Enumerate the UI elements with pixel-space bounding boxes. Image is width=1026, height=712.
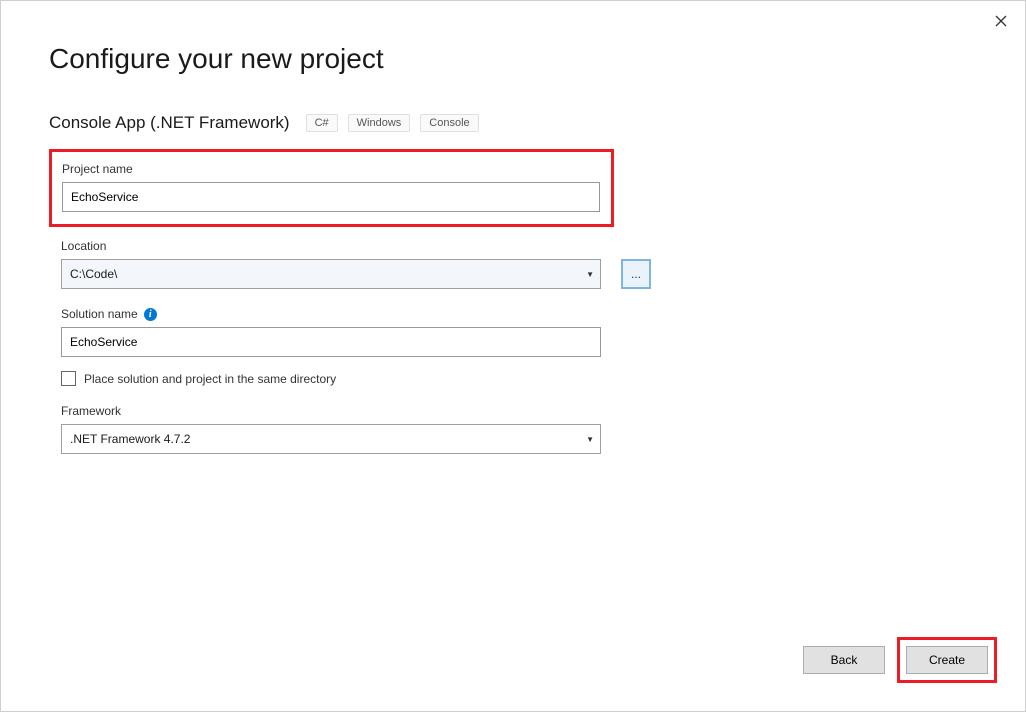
- page-title: Configure your new project: [49, 43, 977, 75]
- dialog-content: Configure your new project Console App (…: [1, 1, 1025, 454]
- location-combo[interactable]: C:\Code\ ▼: [61, 259, 601, 289]
- tag-csharp: C#: [306, 114, 338, 132]
- same-directory-row[interactable]: Place solution and project in the same d…: [61, 371, 977, 386]
- solution-name-group: Solution name i Place solution and proje…: [61, 307, 977, 386]
- browse-label: ...: [631, 267, 641, 281]
- template-name: Console App (.NET Framework): [49, 113, 290, 133]
- solution-name-label: Solution name i: [61, 307, 977, 321]
- back-button[interactable]: Back: [803, 646, 885, 674]
- project-name-input[interactable]: [62, 182, 600, 212]
- create-button[interactable]: Create: [906, 646, 988, 674]
- create-button-highlight: Create: [897, 637, 997, 683]
- tag-windows: Windows: [348, 114, 411, 132]
- framework-combo[interactable]: .NET Framework 4.7.2 ▼: [61, 424, 601, 454]
- framework-group: Framework .NET Framework 4.7.2 ▼: [61, 404, 977, 454]
- project-name-label: Project name: [62, 162, 601, 176]
- framework-label: Framework: [61, 404, 977, 418]
- dialog-footer: Back Create: [803, 637, 997, 683]
- same-directory-checkbox[interactable]: [61, 371, 76, 386]
- template-row: Console App (.NET Framework) C# Windows …: [49, 113, 977, 133]
- chevron-down-icon: ▼: [586, 270, 594, 279]
- location-value: C:\Code\: [70, 267, 117, 281]
- close-button[interactable]: [991, 11, 1011, 31]
- solution-name-input[interactable]: [61, 327, 601, 357]
- same-directory-label: Place solution and project in the same d…: [84, 372, 336, 386]
- chevron-down-icon: ▼: [586, 435, 594, 444]
- location-label: Location: [61, 239, 977, 253]
- location-group: Location C:\Code\ ▼ ...: [61, 239, 977, 289]
- tag-console: Console: [420, 114, 478, 132]
- project-name-highlight: Project name: [49, 149, 614, 227]
- info-icon[interactable]: i: [144, 308, 157, 321]
- browse-button[interactable]: ...: [621, 259, 651, 289]
- framework-value: .NET Framework 4.7.2: [70, 432, 190, 446]
